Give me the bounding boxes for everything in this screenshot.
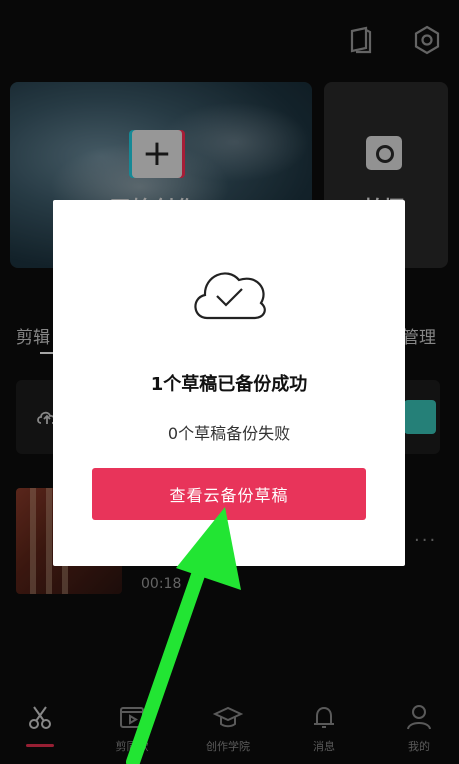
dialog-title: 1个草稿已备份成功 bbox=[150, 374, 308, 395]
dialog-subtitle: 0个草稿备份失败 bbox=[167, 424, 291, 443]
cloud-check-icon bbox=[187, 258, 271, 328]
app-screen: + 开始创作 拍摄 剪辑 管理 00:18 ··· bbox=[0, 0, 459, 764]
view-cloud-drafts-button[interactable]: 查看云备份草稿 bbox=[92, 468, 366, 520]
backup-success-dialog: 1个草稿已备份成功 0个草稿备份失败 查看云备份草稿 bbox=[53, 200, 405, 566]
